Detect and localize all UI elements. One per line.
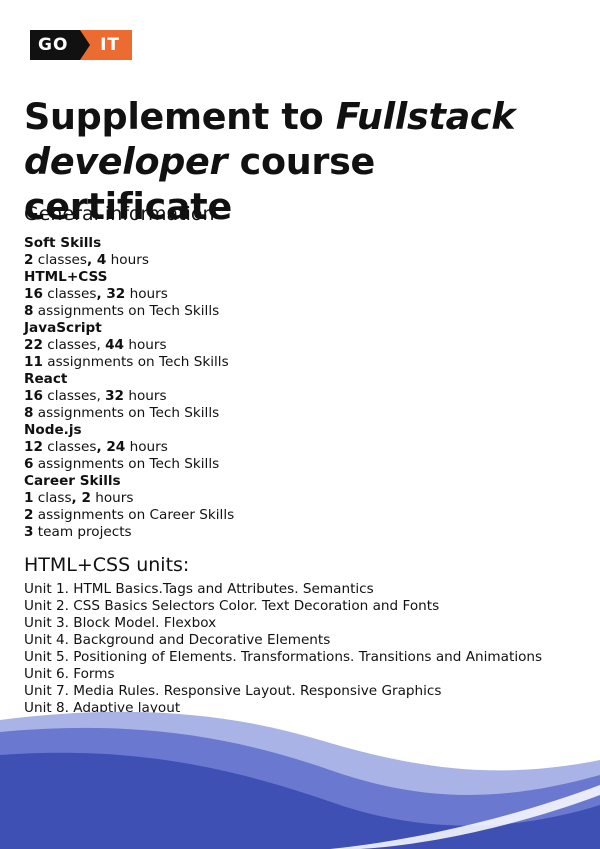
course-assignments: 8 assignments on Tech Skills — [24, 405, 234, 422]
course-classes-hours: 12 classes, 24 hours — [24, 439, 234, 456]
assignments-text: assignments on Tech Skills — [33, 303, 220, 319]
hours-count: 32 — [105, 388, 125, 404]
classes-count: 12 — [24, 439, 43, 455]
unit-item: Unit 7. Media Rules. Responsive Layout. … — [24, 683, 442, 699]
goit-logo: GO IT — [30, 30, 132, 60]
hours-word: hours — [90, 490, 134, 506]
course-name: React — [24, 371, 68, 387]
course-name: Career Skills — [24, 473, 121, 489]
hours-count: 2 — [81, 490, 91, 506]
course-name: Node.js — [24, 422, 82, 438]
course-assignments: 2 assignments on Career Skills — [24, 507, 234, 524]
unit-item: Unit 1. HTML Basics.Tags and Attributes.… — [24, 581, 374, 597]
separator: , — [96, 337, 106, 353]
separator: , — [96, 388, 106, 404]
separator: , — [86, 252, 97, 268]
course-classes-hours: 2 classes, 4 hours — [24, 252, 234, 269]
certificate-supplement-page: GO IT Supplement to Fullstack developer c… — [0, 0, 600, 849]
hours-word: hours — [124, 337, 167, 353]
course-classes-hours: 16 classes, 32 hours — [24, 388, 234, 405]
title-italic-fullstack: Fullstack — [335, 95, 516, 138]
units-heading: HTML+CSS units: — [24, 554, 190, 576]
course-assignments: 8 assignments on Tech Skills — [24, 303, 234, 320]
assignments-text: assignments on Career Skills — [33, 507, 235, 523]
assignments-count: 11 — [24, 354, 43, 370]
hours-word: hours — [125, 439, 168, 455]
course-classes-hours: 22 classes, 44 hours — [24, 337, 234, 354]
team-projects-text: team projects — [33, 524, 132, 540]
team-projects: 3 team projects — [24, 524, 234, 541]
classes-word: classes — [33, 252, 87, 268]
classes-word: classes — [42, 439, 97, 455]
classes-count: 16 — [24, 388, 43, 404]
classes-word: classes — [42, 388, 97, 404]
unit-item: Unit 6. Forms — [24, 666, 115, 682]
course-assignments: 11 assignments on Tech Skills — [24, 354, 234, 371]
title-prefix: Supplement to — [24, 95, 336, 138]
hours-count: 24 — [106, 439, 126, 455]
separator: , — [96, 439, 107, 455]
course-name: Soft Skills — [24, 235, 102, 251]
assignments-text: assignments on Tech Skills — [33, 405, 220, 421]
assignments-text: assignments on Tech Skills — [33, 456, 220, 472]
logo-go-block: GO — [30, 30, 90, 60]
general-info-list: Soft Skills 2 classes, 4 hours HTML+CSS … — [24, 235, 234, 541]
classes-count: 16 — [24, 286, 43, 302]
hours-word: hours — [125, 286, 168, 302]
course-name: HTML+CSS — [24, 269, 108, 285]
decorative-waves — [0, 711, 600, 849]
classes-word: classes — [42, 286, 97, 302]
classes-count: 22 — [24, 337, 43, 353]
course-name: JavaScript — [24, 320, 102, 336]
unit-item: Unit 3. Block Model. Flexbox — [24, 615, 217, 631]
hours-word: hours — [106, 252, 149, 268]
unit-item: Unit 2. CSS Basics Selectors Color. Text… — [24, 598, 440, 614]
course-assignments: 6 assignments on Tech Skills — [24, 456, 234, 473]
logo-it-text: IT — [100, 35, 120, 55]
general-info-heading: General information — [24, 203, 215, 225]
hours-count: 44 — [105, 337, 125, 353]
title-italic-developer: developer — [24, 140, 228, 183]
separator: , — [96, 286, 107, 302]
hours-word: hours — [124, 388, 167, 404]
unit-item: Unit 5. Positioning of Elements. Transfo… — [24, 649, 543, 665]
units-list: Unit 1. HTML Basics.Tags and Attributes.… — [24, 581, 542, 717]
unit-item: Unit 4. Background and Decorative Elemen… — [24, 632, 331, 648]
assignments-text: assignments on Tech Skills — [42, 354, 229, 370]
course-classes-hours: 1 class, 2 hours — [24, 490, 234, 507]
course-classes-hours: 16 classes, 32 hours — [24, 286, 234, 303]
logo-go-text: GO — [38, 35, 69, 55]
classes-word: classes — [42, 337, 97, 353]
hours-count: 4 — [96, 252, 107, 268]
separator: , — [71, 490, 82, 506]
hours-count: 32 — [106, 286, 126, 302]
classes-word: class — [33, 490, 72, 506]
